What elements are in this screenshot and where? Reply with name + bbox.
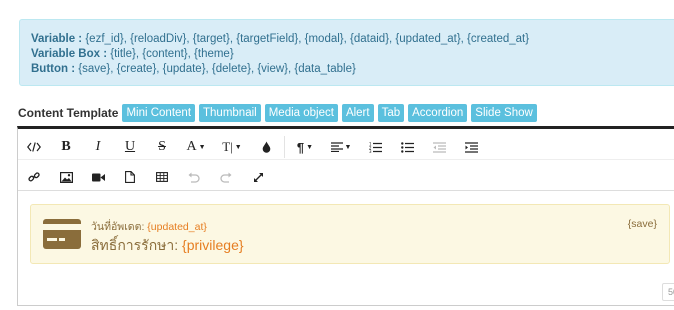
button-row: Button : {save}, {create}, {update}, {de…: [31, 62, 674, 77]
content-template-label: Content Template: [18, 106, 119, 120]
fullscreen-icon[interactable]: [242, 164, 274, 190]
table-icon[interactable]: [146, 164, 178, 190]
toolbar-row-1: B I U S A ▼ T| ▼ ¶ ▼ ▼ 123: [18, 132, 487, 162]
unordered-list-icon[interactable]: [391, 134, 423, 160]
toolbar-divider: [284, 136, 285, 158]
paragraph-icon[interactable]: ¶ ▼: [287, 134, 323, 160]
ordered-list-icon[interactable]: 123: [359, 134, 391, 160]
card-save-variable: {save}: [627, 218, 657, 230]
button-values: {save}, {create}, {update}, {delete}, {v…: [78, 63, 356, 75]
variables-info-box: Variable : {ezf_id}, {reloadDiv}, {targe…: [19, 19, 674, 86]
image-icon[interactable]: [50, 164, 82, 190]
rich-text-editor: B I U S A ▼ T| ▼ ¶ ▼ ▼ 123 วันที่อัพเดต:…: [17, 126, 674, 306]
bold-icon[interactable]: B: [50, 134, 82, 160]
variable-row: Variable : {ezf_id}, {reloadDiv}, {targe…: [31, 32, 674, 47]
indent-icon[interactable]: [455, 134, 487, 160]
template-slide-show-button[interactable]: Slide Show: [471, 104, 537, 122]
file-icon[interactable]: [114, 164, 146, 190]
variable-box-values: {title}, {content}, {theme}: [110, 48, 234, 60]
variable-values: {ezf_id}, {reloadDiv}, {target}, {target…: [85, 33, 530, 45]
code-view-icon[interactable]: [18, 134, 50, 160]
variable-box-row: Variable Box : {title}, {content}, {them…: [31, 47, 674, 62]
toolbar-separator: [18, 159, 674, 160]
template-tab-button[interactable]: Tab: [377, 104, 405, 122]
card-title-line: สิทธิ์การรักษา: {privilege}: [91, 235, 244, 257]
card-title-variable: {privilege}: [182, 237, 244, 253]
video-icon[interactable]: [82, 164, 114, 190]
link-icon[interactable]: [18, 164, 50, 190]
button-label: Button :: [31, 63, 76, 75]
variable-box-label: Variable Box :: [31, 48, 108, 60]
color-icon[interactable]: [250, 134, 282, 160]
template-alert-button[interactable]: Alert: [341, 104, 374, 122]
template-media-object-button[interactable]: Media object: [264, 104, 338, 122]
outdent-icon[interactable]: [423, 134, 455, 160]
variable-label: Variable :: [31, 33, 83, 45]
credit-card-icon: [43, 219, 81, 249]
card-title-label: สิทธิ์การรักษา:: [91, 237, 179, 253]
toolbar-row-2: [18, 162, 274, 192]
mini-content-card[interactable]: วันที่อัพเดต: {updated_at} สิทธิ์การรักษ…: [30, 204, 670, 264]
card-date-label: วันที่อัพเดต:: [91, 221, 145, 233]
underline-icon[interactable]: U: [114, 134, 146, 160]
font-size-icon[interactable]: T| ▼: [214, 134, 250, 160]
template-thumbnail-button[interactable]: Thumbnail: [199, 104, 261, 122]
template-accordion-button[interactable]: Accordion: [408, 104, 468, 122]
undo-icon[interactable]: [178, 164, 210, 190]
template-mini-content-button[interactable]: Mini Content: [122, 104, 196, 122]
align-icon[interactable]: ▼: [323, 134, 359, 160]
content-template-bar: Content Template Mini Content Thumbnail …: [18, 104, 541, 122]
redo-icon[interactable]: [210, 164, 242, 190]
font-family-icon[interactable]: A ▼: [178, 134, 214, 160]
toolbar-bottom-border: [18, 190, 674, 191]
card-date-variable: {updated_at}: [147, 221, 207, 233]
italic-icon[interactable]: I: [82, 134, 114, 160]
card-updated-line: วันที่อัพเดต: {updated_at}: [91, 218, 207, 235]
resize-counter-box: 50: [662, 283, 674, 301]
strikethrough-icon[interactable]: S: [146, 134, 178, 160]
svg-text:3: 3: [369, 149, 372, 153]
